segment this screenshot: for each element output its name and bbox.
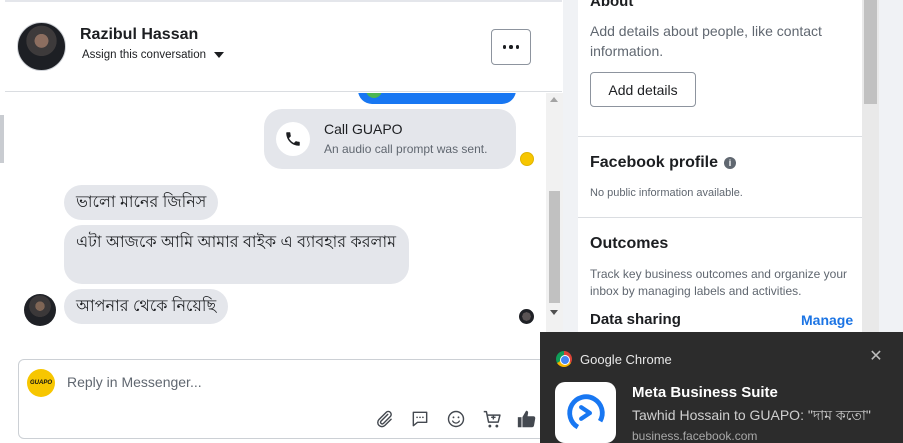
outgoing-message-bubble bbox=[358, 93, 516, 104]
scrollbar-thumb[interactable] bbox=[864, 0, 877, 104]
whatsapp-icon bbox=[366, 93, 382, 98]
thumbs-up-icon[interactable] bbox=[516, 408, 538, 430]
conversation-panel: Razibul Hassan Assign this conversation … bbox=[0, 0, 563, 443]
conversation-header: Razibul Hassan Assign this conversation bbox=[5, 2, 562, 92]
contact-name[interactable]: Razibul Hassan bbox=[80, 26, 198, 44]
scrollbar-thumb[interactable] bbox=[549, 191, 560, 303]
add-details-button[interactable]: Add details bbox=[590, 72, 696, 107]
attachment-icon[interactable] bbox=[373, 408, 395, 430]
meta-business-suite-icon bbox=[555, 382, 616, 443]
divider bbox=[578, 136, 862, 137]
facebook-profile-subtitle: No public information available. bbox=[590, 187, 743, 199]
incoming-message[interactable]: ভালো মানের জিনিস bbox=[64, 185, 219, 220]
scroll-up-icon[interactable] bbox=[550, 97, 558, 102]
notification-body: Tawhid Hossain to GUAPO: "দাম কতো" bbox=[632, 407, 871, 423]
call-prompt-bubble[interactable]: Call GUAPO An audio call prompt was sent… bbox=[264, 109, 516, 169]
facebook-profile-title: Facebook profile bbox=[590, 154, 719, 171]
left-edge-tab bbox=[0, 115, 4, 163]
phone-icon bbox=[276, 122, 310, 156]
manage-link[interactable]: Manage bbox=[801, 312, 853, 328]
incoming-message[interactable]: আপনার থেকে নিয়েছি bbox=[64, 289, 229, 324]
notification-app-name: Google Chrome bbox=[580, 352, 672, 367]
call-title: Call GUAPO bbox=[324, 121, 403, 137]
more-options-button[interactable] bbox=[491, 29, 531, 65]
close-icon[interactable]: ✕ bbox=[868, 349, 884, 365]
notification-origin: business.facebook.com bbox=[632, 429, 758, 443]
dot-icon bbox=[502, 45, 507, 49]
chrome-notification[interactable]: Google Chrome ✕ Meta Business Suite Tawh… bbox=[540, 332, 903, 443]
reply-input[interactable] bbox=[67, 374, 467, 390]
seen-indicator-avatar bbox=[519, 309, 534, 324]
caret-down-icon bbox=[214, 52, 225, 58]
guapo-logo: GUAPO bbox=[27, 369, 55, 397]
facebook-profile-heading: Facebook profile i bbox=[590, 154, 737, 172]
saved-replies-icon[interactable] bbox=[409, 408, 431, 430]
scroll-down-icon[interactable] bbox=[550, 310, 558, 315]
call-subtitle: An audio call prompt was sent. bbox=[324, 142, 488, 156]
chrome-icon bbox=[556, 351, 572, 367]
outcomes-title: Outcomes bbox=[590, 235, 669, 252]
about-description: Add details about people, like contact i… bbox=[590, 23, 822, 59]
outcomes-description: Track key business outcomes and organize… bbox=[590, 267, 848, 298]
contact-avatar[interactable] bbox=[17, 22, 66, 71]
emoji-icon[interactable] bbox=[445, 408, 467, 430]
notification-title: Meta Business Suite bbox=[632, 384, 778, 401]
incoming-message[interactable]: এটা আজকে আমি আমার বাইক এ ব্যাবহার করলাম bbox=[64, 225, 409, 284]
thread-scrollbar[interactable] bbox=[546, 93, 563, 355]
info-icon[interactable]: i bbox=[724, 157, 737, 169]
reply-composer: GUAPO bbox=[18, 359, 546, 439]
message-thread: Call GUAPO An audio call prompt was sent… bbox=[5, 93, 562, 355]
page-avatar-icon bbox=[520, 152, 534, 166]
add-to-cart-icon[interactable] bbox=[481, 408, 503, 430]
about-title: About bbox=[590, 0, 634, 10]
dot-icon bbox=[515, 45, 520, 49]
divider bbox=[578, 217, 862, 218]
data-sharing-title: Data sharing bbox=[590, 311, 681, 328]
assign-label: Assign this conversation bbox=[82, 49, 207, 61]
dot-icon bbox=[509, 45, 513, 49]
sender-avatar bbox=[24, 294, 56, 326]
assign-conversation-dropdown[interactable]: Assign this conversation bbox=[82, 49, 225, 61]
